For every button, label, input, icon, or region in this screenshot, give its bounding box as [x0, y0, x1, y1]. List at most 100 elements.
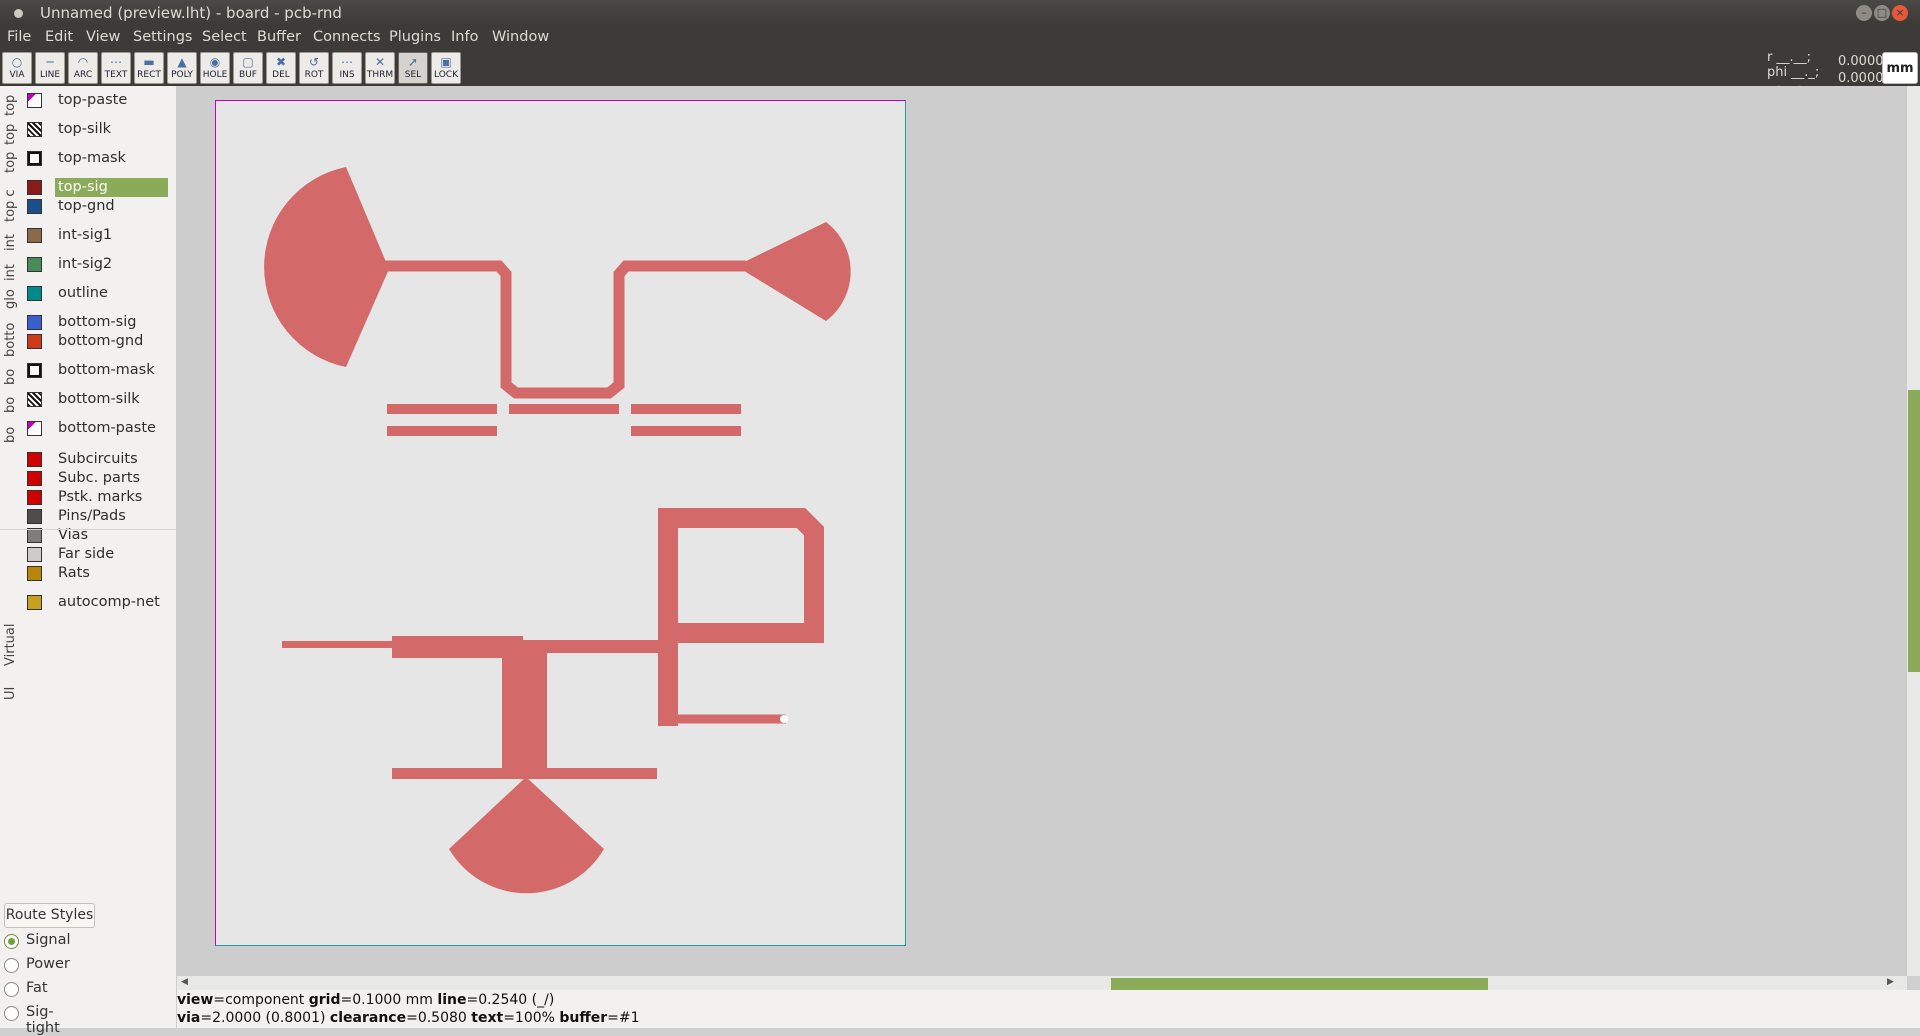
layer-name: Far side	[58, 546, 115, 562]
radio-icon[interactable]	[4, 934, 19, 949]
tool-arc-button[interactable]: ◠ ARC	[68, 52, 98, 84]
tool-buffer-button[interactable]: ▢ BUF	[233, 52, 263, 84]
copper-line	[387, 404, 497, 414]
tool-via-button[interactable]: ○ VIA	[2, 52, 32, 84]
radio-icon[interactable]	[4, 982, 19, 997]
menu-connects[interactable]: Connects	[313, 29, 381, 45]
status-key: clearance	[329, 1010, 407, 1026]
layer-color-swatch[interactable]	[27, 421, 42, 436]
menu-select[interactable]: Select	[202, 29, 247, 45]
vertical-scroll-thumb[interactable]	[1908, 390, 1920, 672]
layer-group-label[interactable]: UI	[3, 670, 17, 700]
layer-color-swatch[interactable]	[27, 122, 42, 137]
menu-plugins[interactable]: Plugins	[389, 29, 441, 45]
radio-icon[interactable]	[4, 958, 19, 973]
layer-color-swatch[interactable]	[27, 452, 42, 467]
layer-group-label[interactable]: top c	[3, 176, 17, 222]
layer-color-swatch[interactable]	[27, 392, 42, 407]
menu-buffer[interactable]: Buffer	[257, 29, 301, 45]
tool-label: DEL	[272, 70, 290, 80]
copper-line	[631, 426, 741, 436]
layer-color-swatch[interactable]	[27, 180, 42, 195]
layer-group-label[interactable]: bo	[3, 386, 17, 413]
layer-color-swatch[interactable]	[27, 315, 42, 330]
units-toggle-button[interactable]: mm	[1882, 52, 1918, 84]
layer-group-label[interactable]: glo	[3, 282, 17, 309]
layer-name: int-sig2	[58, 256, 113, 272]
delete-icon: ✖	[275, 55, 287, 69]
tool-label: INS	[339, 70, 355, 80]
line-icon: ─	[46, 55, 54, 69]
layer-color-swatch[interactable]	[27, 595, 42, 610]
menu-settings[interactable]: Settings	[133, 29, 192, 45]
layer-color-swatch[interactable]	[27, 547, 42, 562]
layer-group-label[interactable]: bo	[3, 358, 17, 385]
layer-color-swatch[interactable]	[27, 93, 42, 108]
layer-color-swatch[interactable]	[27, 286, 42, 301]
layer-group-label[interactable]: top	[3, 118, 17, 145]
layer-color-swatch[interactable]	[27, 228, 42, 243]
tool-text-button[interactable]: ⋯ TEXT	[101, 52, 131, 84]
pcb-board[interactable]	[215, 100, 906, 946]
tool-line-button[interactable]: ─ LINE	[35, 52, 65, 84]
layer-name: top-sig	[55, 178, 168, 197]
layer-name: Pins/Pads	[58, 508, 126, 524]
coordinate-readout: r __.__; phi __._; __._ __._ __ 0.0000 0…	[1764, 50, 1884, 90]
route-styles-button[interactable]: Route Styles	[4, 903, 95, 928]
copper-stub	[502, 653, 547, 776]
window-titlebar: Unnamed (preview.lht) - board - pcb-rnd …	[0, 0, 1920, 26]
scroll-right-arrow-icon[interactable]: ▶	[1887, 977, 1894, 987]
layer-name: bottom-gnd	[58, 333, 144, 349]
tool-label: ARC	[73, 70, 93, 80]
tool-rect-button[interactable]: ▬ RECT	[134, 52, 164, 84]
layer-color-swatch[interactable]	[27, 509, 42, 524]
tool-select-button[interactable]: ➚ SEL	[398, 52, 428, 84]
horizontal-scrollbar[interactable]: ◀ ▶	[177, 976, 1907, 990]
tool-label: BUF	[239, 70, 257, 80]
tool-rotate-button[interactable]: ↺ ROT	[299, 52, 329, 84]
layer-group-label[interactable]: int	[3, 224, 17, 251]
layer-group-label[interactable]: botto	[3, 311, 17, 357]
layer-group-label[interactable]: top	[3, 89, 17, 116]
tool-lock-button[interactable]: ▣ LOCK	[431, 52, 461, 84]
tool-hole-button[interactable]: ◉ HOLE	[200, 52, 230, 84]
app-icon	[14, 9, 23, 18]
status-view: component	[225, 992, 305, 1008]
layer-color-swatch[interactable]	[27, 151, 42, 166]
status-line: 0.2540 (_/)	[478, 992, 555, 1008]
drawing-canvas[interactable]	[177, 86, 1907, 976]
layer-color-swatch[interactable]	[27, 199, 42, 214]
close-icon[interactable]: ×	[1892, 5, 1908, 21]
scroll-left-arrow-icon[interactable]: ◀	[181, 977, 188, 987]
arc-icon: ◠	[77, 55, 89, 69]
toolbar: ○ VIA ─ LINE ◠ ARC ⋯ TEXT ▬ RECT ▲ POLY ◉ HOLE …	[0, 50, 1920, 86]
layer-color-swatch[interactable]	[27, 528, 42, 543]
tool-poly-button[interactable]: ▲ POLY	[167, 52, 197, 84]
minimize-icon[interactable]: –	[1856, 5, 1872, 21]
layer-color-swatch[interactable]	[27, 471, 42, 486]
layer-group-label[interactable]: Virtual	[3, 534, 17, 666]
menu-view[interactable]: View	[86, 29, 120, 45]
copper-sector-bottom	[449, 777, 604, 894]
tool-thermal-button[interactable]: ✕ THRM	[365, 52, 395, 84]
horizontal-scroll-thumb[interactable]	[1111, 978, 1488, 990]
layer-color-swatch[interactable]	[27, 490, 42, 505]
tool-label: RECT	[137, 70, 161, 80]
layer-name: Pstk. marks	[58, 489, 143, 505]
menu-file[interactable]: File	[7, 29, 31, 45]
layer-color-swatch[interactable]	[27, 257, 42, 272]
maximize-icon[interactable]: □	[1874, 5, 1890, 21]
menu-info[interactable]: Info	[451, 29, 478, 45]
menu-window[interactable]: Window	[492, 29, 549, 45]
tool-insert-button[interactable]: ⋯ INS	[332, 52, 362, 84]
layer-color-swatch[interactable]	[27, 566, 42, 581]
layer-color-swatch[interactable]	[27, 334, 42, 349]
layer-group-label[interactable]: bo	[3, 416, 17, 443]
tool-delete-button[interactable]: ✖ DEL	[266, 52, 296, 84]
layer-group-label[interactable]: top	[3, 146, 17, 173]
radio-icon[interactable]	[4, 1006, 19, 1021]
status-key: view	[177, 992, 214, 1008]
layer-color-swatch[interactable]	[27, 363, 42, 378]
menu-edit[interactable]: Edit	[45, 29, 73, 45]
layer-group-label[interactable]: int	[3, 254, 17, 281]
